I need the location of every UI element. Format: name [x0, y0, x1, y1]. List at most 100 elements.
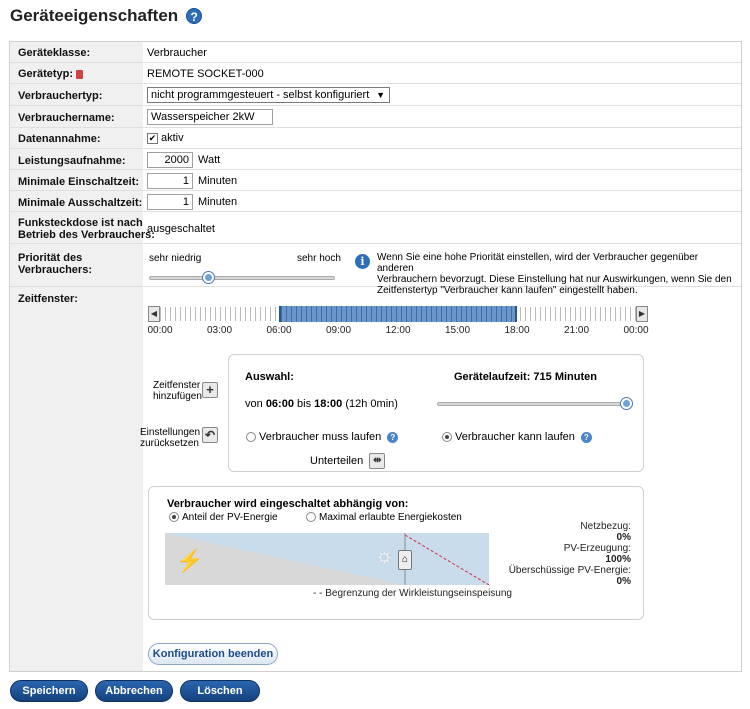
add-window-button[interactable]: +	[202, 382, 218, 398]
reset-label-line1: Einstellungen	[140, 427, 201, 438]
ueberschuss-label: Überschüssige PV-Energie:	[508, 565, 631, 576]
prioritaet-label: Priorität des Verbrauchers:	[18, 252, 92, 276]
timeline-prev-button[interactable]: ◀	[148, 306, 160, 322]
konfiguration-beenden-button[interactable]: Konfiguration beenden	[148, 643, 278, 665]
geraetetyp-label: Gerätetyp:	[18, 68, 84, 80]
leistungsaufnahme-field: 2000 Watt	[147, 152, 220, 168]
split-icon[interactable]: ⇹	[369, 453, 386, 469]
zeitfenster-label: Zeitfenster:	[18, 293, 78, 305]
time-start: 06:00	[265, 398, 294, 410]
time-window-timeline[interactable]: ◀ ▶	[148, 306, 648, 322]
verbrauchername-input[interactable]: Wasserspeicher 2kW	[147, 109, 273, 125]
radio-unselected-icon	[246, 432, 256, 443]
reset-button[interactable]: ↶	[202, 427, 218, 443]
datenannahme-value: aktiv	[161, 132, 184, 144]
timeline-label: 03:00	[206, 325, 233, 336]
min-ausschaltzeit-field: 1 Minuten	[147, 194, 237, 210]
timeline-label: 15:00	[444, 325, 471, 336]
time-range: von 06:00 bis 18:00 (12h 0min)	[245, 398, 398, 410]
help-icon[interactable]: ?	[186, 8, 203, 24]
kann-laufen-label: Verbraucher kann laufen	[455, 431, 575, 443]
cancel-button[interactable]: Abbrechen	[95, 680, 173, 702]
funksteckdose-label: Funksteckdose ist nach Betrieb des Verbr…	[18, 217, 155, 241]
min-ausschaltzeit-input[interactable]: 1	[147, 194, 193, 210]
pv-slider-handle[interactable]: ⌂	[398, 550, 412, 570]
row-geraetetyp: Gerätetyp: REMOTE SOCKET-000	[10, 63, 741, 84]
leistungsaufnahme-unit: Watt	[198, 154, 221, 166]
row-geraeteklasse: Geräteklasse: Verbraucher	[10, 42, 741, 63]
feed-in-limit-legend: - - Begrenzung der Wirkleistungseinspeis…	[313, 588, 512, 599]
row-min-ausschaltzeit: Minimale Ausschaltzeit: 1 Minuten	[10, 191, 741, 212]
datenannahme-label: Datenannahme:	[18, 133, 101, 145]
verbrauchername-value: Wasserspeicher 2kW	[147, 109, 273, 125]
info-icon: i	[355, 254, 370, 269]
pv-erzeugung-label: PV-Erzeugung:	[563, 543, 631, 554]
priority-slider-handle[interactable]	[203, 272, 215, 283]
timeline-label: 06:00	[266, 325, 292, 336]
pv-title: Verbraucher wird eingeschaltet abhängig …	[167, 498, 409, 510]
row-leistungsaufnahme: Leistungsaufnahme: 2000 Watt	[10, 149, 741, 170]
laufzeit-slider-handle[interactable]	[621, 398, 632, 409]
row-verbrauchername: Verbrauchername: Wasserspeicher 2kW	[10, 106, 741, 128]
radio-selected-icon	[442, 432, 452, 443]
row-verbrauchertyp: Verbrauchertyp: nicht programmgesteuert …	[10, 84, 741, 106]
time-von: von	[245, 398, 263, 410]
leistungsaufnahme-input[interactable]: 2000	[147, 152, 193, 168]
geraeteklasse-label: Geräteklasse:	[18, 47, 91, 59]
pv-erzeugung-value: 100%	[605, 554, 631, 565]
prioritaet-label-line1: Priorität des	[18, 252, 83, 264]
min-einschaltzeit-input[interactable]: 1	[147, 173, 193, 189]
time-window-box: Auswahl: Gerätelaufzeit: 715 Minuten von…	[228, 354, 644, 472]
datenannahme-checkbox[interactable]: ✔ aktiv	[147, 132, 184, 144]
prioritaet-label-line2: Verbrauchers:	[18, 264, 92, 276]
min-ausschaltzeit-unit: Minuten	[198, 196, 238, 208]
add-window-label: Zeitfenster hinzufügen	[153, 380, 202, 402]
timeline-label: 00:00	[623, 325, 649, 336]
power-pylon-icon: ⚡	[176, 548, 204, 573]
unterteilen-control[interactable]: Unterteilen ⇹	[310, 453, 386, 469]
row-prioritaet: Priorität des Verbrauchers: sehr niedrig…	[10, 244, 741, 296]
sun-icon: ☼	[375, 545, 394, 567]
muss-laufen-label: Verbraucher muss laufen	[259, 431, 382, 443]
unterteilen-label: Unterteilen	[310, 454, 364, 467]
timeline-label: 21:00	[563, 325, 590, 336]
timeline-selection[interactable]	[279, 306, 517, 322]
verbrauchertyp-label: Verbrauchertyp:	[18, 90, 103, 102]
time-end: 18:00	[314, 398, 343, 410]
timeline-next-button[interactable]: ▶	[636, 306, 648, 322]
time-duration: (12h 0min)	[345, 398, 398, 410]
socket-icon	[76, 69, 84, 79]
max-cost-option[interactable]: Maximal erlaubte Energiekosten	[306, 512, 462, 523]
ueberschuss-value: 0%	[616, 576, 631, 587]
dropdown-arrow-icon: ▼	[376, 90, 385, 100]
kann-laufen-option[interactable]: Verbraucher kann laufen?	[442, 431, 592, 443]
time-bis: bis	[297, 398, 312, 410]
priority-info-line2: Verbrauchern bevorzugt. Diese Einstellun…	[377, 274, 732, 285]
verbrauchertyp-selected: nicht programmgesteuert - selbst konfigu…	[151, 89, 370, 101]
max-cost-label: Maximal erlaubte Energiekosten	[319, 512, 462, 523]
add-window-label-line1: Zeitfenster	[153, 380, 201, 391]
muss-laufen-option[interactable]: Verbraucher muss laufen?	[246, 431, 399, 443]
row-funksteckdose: Funksteckdose ist nach Betrieb des Verbr…	[10, 212, 741, 244]
radio-selected-icon	[169, 512, 179, 523]
funksteckdose-value: ausgeschaltet	[147, 223, 215, 235]
page-title: Geräteeigenschaften ?	[10, 6, 203, 26]
verbrauchertyp-select[interactable]: nicht programmgesteuert - selbst konfigu…	[147, 87, 390, 103]
checkbox-checked-icon: ✔	[147, 132, 158, 144]
min-ausschaltzeit-label: Minimale Ausschaltzeit:	[18, 197, 143, 209]
priority-slider-track[interactable]	[149, 276, 335, 280]
help-icon[interactable]: ?	[387, 431, 399, 443]
pv-share-option[interactable]: Anteil der PV-Energie	[169, 512, 278, 523]
save-button[interactable]: Speichern	[10, 680, 88, 702]
prio-high-label: sehr hoch	[297, 253, 341, 264]
pv-energy-graphic	[165, 533, 489, 585]
help-icon[interactable]: ?	[580, 431, 592, 443]
verbrauchername-label: Verbrauchername:	[18, 112, 115, 124]
timeline-label: 12:00	[385, 325, 411, 336]
reset-label: Einstellungen zurücksetzen	[140, 427, 201, 449]
laufzeit-slider-track[interactable]	[437, 402, 629, 406]
delete-button[interactable]: Löschen	[180, 680, 260, 702]
timeline-label: 18:00	[504, 325, 530, 336]
geraetetyp-label-text: Gerätetyp:	[18, 68, 74, 80]
page-title-text: Geräteeigenschaften	[10, 6, 179, 25]
